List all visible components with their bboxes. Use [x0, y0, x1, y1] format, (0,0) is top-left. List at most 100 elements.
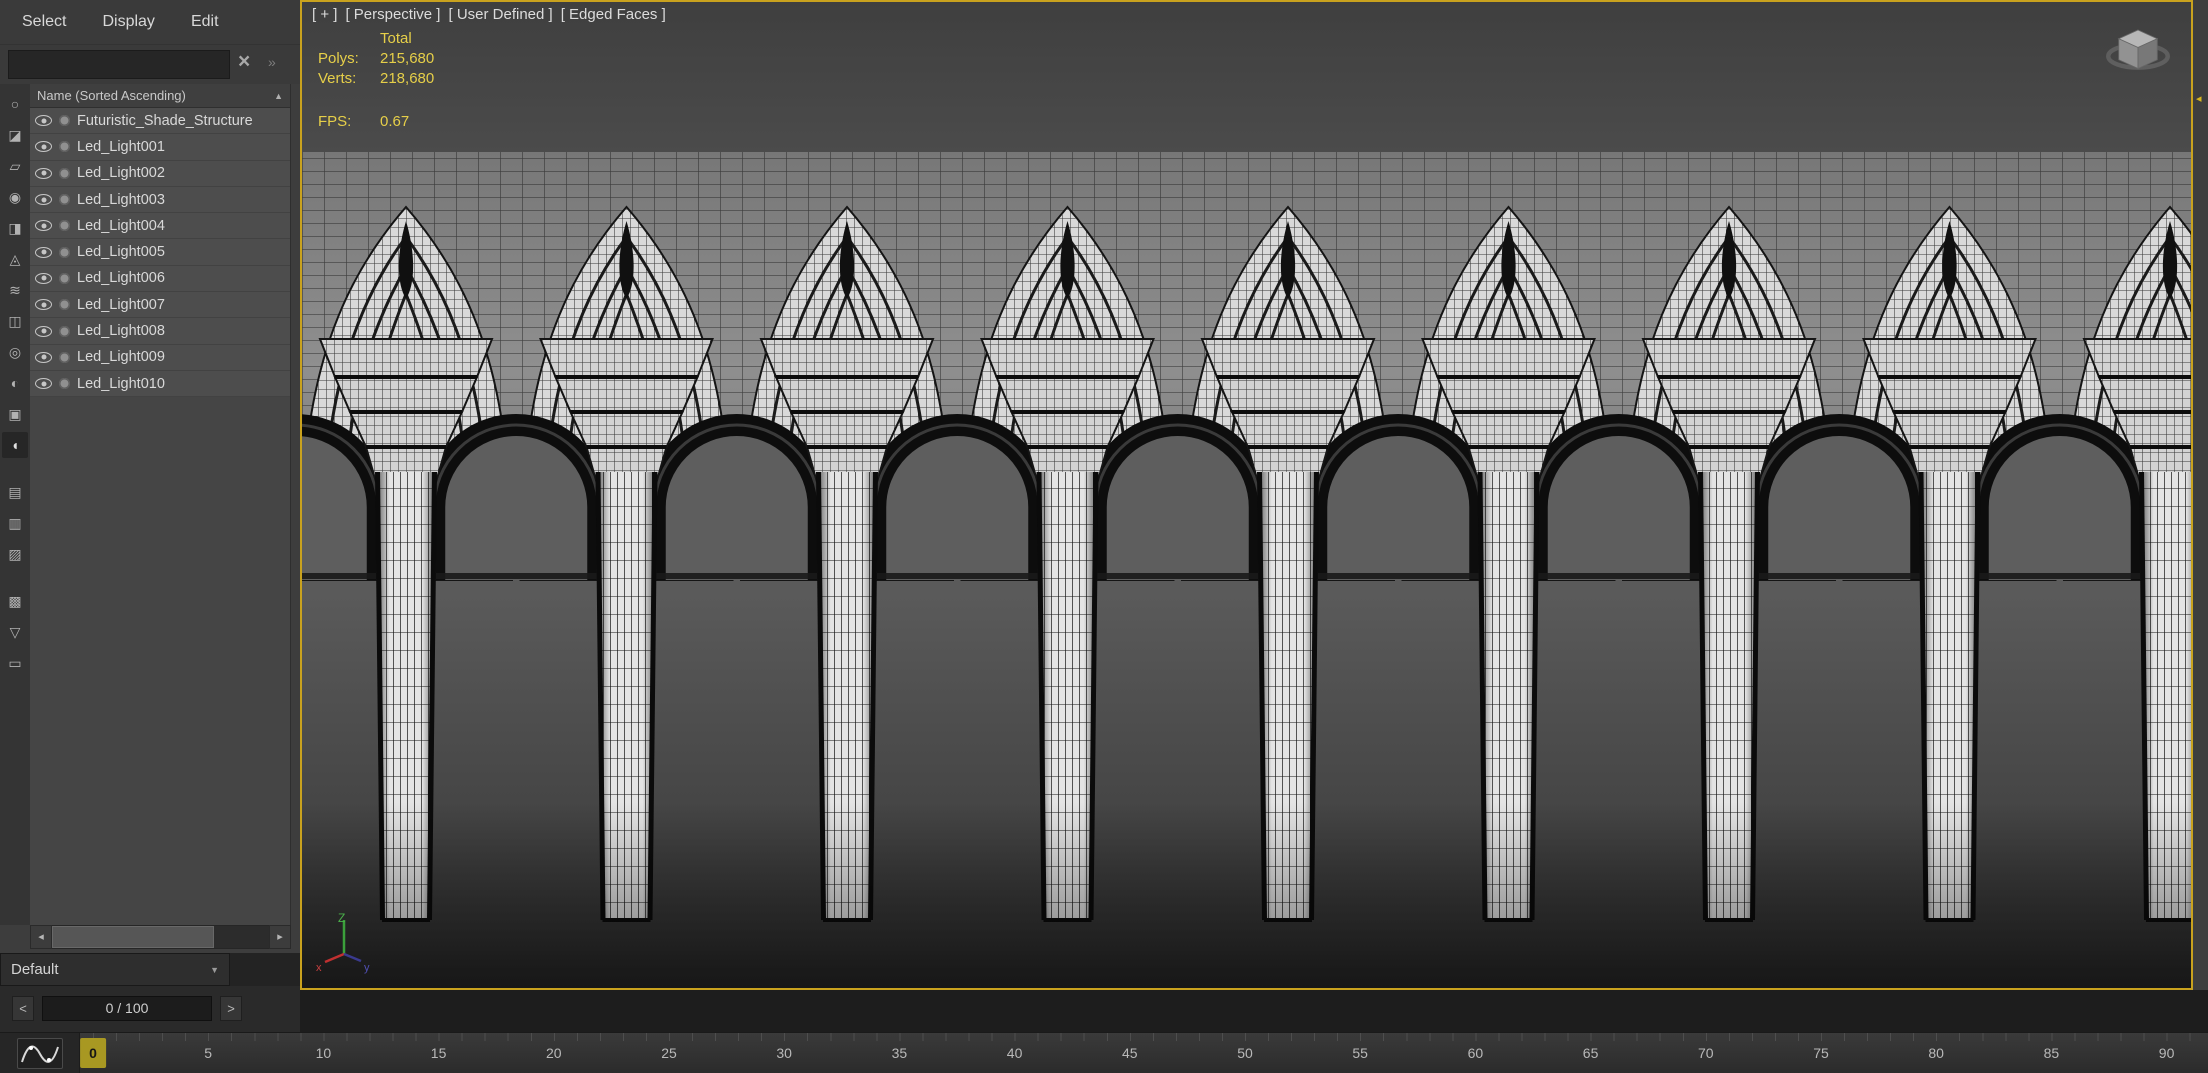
frame-label: 30: [776, 1033, 792, 1073]
frame-next-button[interactable]: >: [220, 996, 242, 1021]
scroll-left-button[interactable]: ◂: [30, 925, 52, 949]
name-column-header[interactable]: Name (Sorted Ascending) ▲: [30, 84, 290, 108]
object-name: Led_Light001: [77, 139, 165, 155]
display-helpers-icon[interactable]: ◬: [2, 246, 28, 272]
time-slider[interactable]: 0: [80, 1038, 106, 1068]
visibility-eye-icon[interactable]: [35, 168, 52, 179]
display-all-icon[interactable]: ○: [2, 91, 28, 117]
name-column-label: Name (Sorted Ascending): [37, 88, 186, 103]
scene-object-row[interactable]: Led_Light009: [30, 345, 290, 371]
filter-selection-icon[interactable]: ▽: [2, 619, 28, 645]
display-materials-icon[interactable]: ◐: [2, 370, 28, 396]
divider-arrow-icon[interactable]: ◂: [2196, 92, 2202, 105]
display-space-warps-icon[interactable]: ≋: [2, 277, 28, 303]
scene-object-row[interactable]: Led_Light001: [30, 134, 290, 160]
object-name: Led_Light009: [77, 349, 165, 365]
frame-label: 40: [1007, 1033, 1023, 1073]
horizontal-scrollbar[interactable]: ◂ ▸: [30, 925, 291, 949]
frame-label: 60: [1468, 1033, 1484, 1073]
frame-label: 90: [2159, 1033, 2175, 1073]
object-name: Futuristic_Shade_Structure: [77, 113, 253, 129]
display-hidden-icon[interactable]: ▩: [2, 588, 28, 614]
object-name: Led_Light005: [77, 244, 165, 260]
display-frozen-icon[interactable]: ▨: [2, 541, 28, 567]
explorer-search-row: × »: [0, 45, 300, 84]
frame-spinner-row: < 0 / 100 >: [0, 986, 300, 1032]
search-clear-icon[interactable]: ×: [238, 50, 250, 74]
object-type-icon: [59, 115, 70, 126]
viewport-pov-menu[interactable]: [ Perspective ]: [345, 6, 440, 23]
object-name: Led_Light010: [77, 376, 165, 392]
axis-x-label: x: [316, 962, 322, 974]
scene-object-row[interactable]: Led_Light004: [30, 213, 290, 239]
scene-object-row[interactable]: Led_Light007: [30, 292, 290, 318]
frame-counter[interactable]: 0 / 100: [42, 996, 212, 1021]
visibility-eye-icon[interactable]: [35, 141, 52, 152]
stats-verts-label: Verts:: [318, 70, 380, 87]
visibility-eye-icon[interactable]: [35, 194, 52, 205]
frame-label: 50: [1237, 1033, 1253, 1073]
curve-icon: [18, 1039, 62, 1068]
object-name: Led_Light003: [77, 192, 165, 208]
object-type-icon: [59, 299, 70, 310]
display-cameras-icon[interactable]: ◨: [2, 215, 28, 241]
display-containers-icon[interactable]: ▣: [2, 401, 28, 427]
scene-object-row[interactable]: Led_Light008: [30, 318, 290, 344]
scene-object-list: Name (Sorted Ascending) ▲ Futuristic_Sha…: [30, 84, 291, 925]
scene-object-row[interactable]: Led_Light005: [30, 239, 290, 265]
viewport-3d-scene[interactable]: [302, 2, 2191, 988]
visibility-eye-icon[interactable]: [35, 352, 52, 363]
visibility-eye-icon[interactable]: [35, 273, 52, 284]
object-type-icon: [59, 273, 70, 284]
display-lights-icon[interactable]: ◉: [2, 184, 28, 210]
frame-label: 20: [546, 1033, 562, 1073]
frame-label: 10: [316, 1033, 332, 1073]
display-children-icon[interactable]: ▤: [2, 479, 28, 505]
display-bones-icon[interactable]: ◖: [2, 432, 28, 458]
viewport-shading-menu[interactable]: [ Edged Faces ]: [561, 6, 666, 23]
display-geometry-icon[interactable]: ◪: [2, 122, 28, 148]
scene-object-row[interactable]: Led_Light003: [30, 187, 290, 213]
scene-object-row[interactable]: Futuristic_Shade_Structure: [30, 108, 290, 134]
pick-container-icon[interactable]: ▭: [2, 650, 28, 676]
display-xrefs-icon[interactable]: ◎: [2, 339, 28, 365]
visibility-eye-icon[interactable]: [35, 220, 52, 231]
frame-previous-button[interactable]: <: [12, 996, 34, 1021]
viewport-view-menu[interactable]: [ User Defined ]: [448, 6, 552, 23]
menu-edit[interactable]: Edit: [191, 13, 219, 31]
search-options-icon[interactable]: »: [268, 54, 276, 70]
scrollbar-thumb[interactable]: [52, 926, 214, 948]
menu-display[interactable]: Display: [102, 13, 154, 31]
frame-label: 80: [1928, 1033, 1944, 1073]
visibility-eye-icon[interactable]: [35, 247, 52, 258]
search-input[interactable]: [8, 50, 230, 79]
mini-curve-editor-button[interactable]: [17, 1038, 63, 1069]
object-name: Led_Light006: [77, 270, 165, 286]
time-ruler[interactable]: 051015202530354045505560657075808590: [80, 1033, 2208, 1073]
visibility-eye-icon[interactable]: [35, 115, 52, 126]
visibility-eye-icon[interactable]: [35, 299, 52, 310]
scene-object-row[interactable]: Led_Light006: [30, 266, 290, 292]
3dsmax-window: Select Display Edit × » ○ ◪ ▱ ◉ ◨ ◬ ≋ ◫ ◎ ◐ ▣ ◖ ▤ ▥ ▨ ▩ ▽ ▭…: [0, 0, 2208, 1073]
viewport-general-menu[interactable]: [ + ]: [312, 6, 337, 23]
visibility-eye-icon[interactable]: [35, 378, 52, 389]
viewport-label: [ + ] [ Perspective ] [ User Defined ] [ Ed…: [312, 6, 666, 23]
display-groups-icon[interactable]: ◫: [2, 308, 28, 334]
perspective-viewport[interactable]: [ + ] [ Perspective ] [ User Defined ] [ Ed…: [300, 0, 2193, 990]
scene-object-row[interactable]: Led_Light002: [30, 161, 290, 187]
object-type-icon: [59, 326, 70, 337]
scrollbar-track[interactable]: [52, 925, 269, 949]
object-name: Led_Light008: [77, 323, 165, 339]
viewport-layout-divider[interactable]: [2193, 0, 2208, 990]
menu-select[interactable]: Select: [22, 13, 66, 31]
scroll-right-button[interactable]: ▸: [269, 925, 291, 949]
viewcube-icon[interactable]: [2103, 16, 2173, 86]
visibility-eye-icon[interactable]: [35, 326, 52, 337]
scene-object-row[interactable]: Led_Light010: [30, 371, 290, 397]
display-shapes-icon[interactable]: ▱: [2, 153, 28, 179]
display-influences-icon[interactable]: ▥: [2, 510, 28, 536]
axis-y-label: y: [364, 962, 370, 974]
explorer-preset-dropdown[interactable]: Default ▼: [0, 953, 230, 986]
object-type-icon: [59, 141, 70, 152]
frame-label: 45: [1122, 1033, 1138, 1073]
